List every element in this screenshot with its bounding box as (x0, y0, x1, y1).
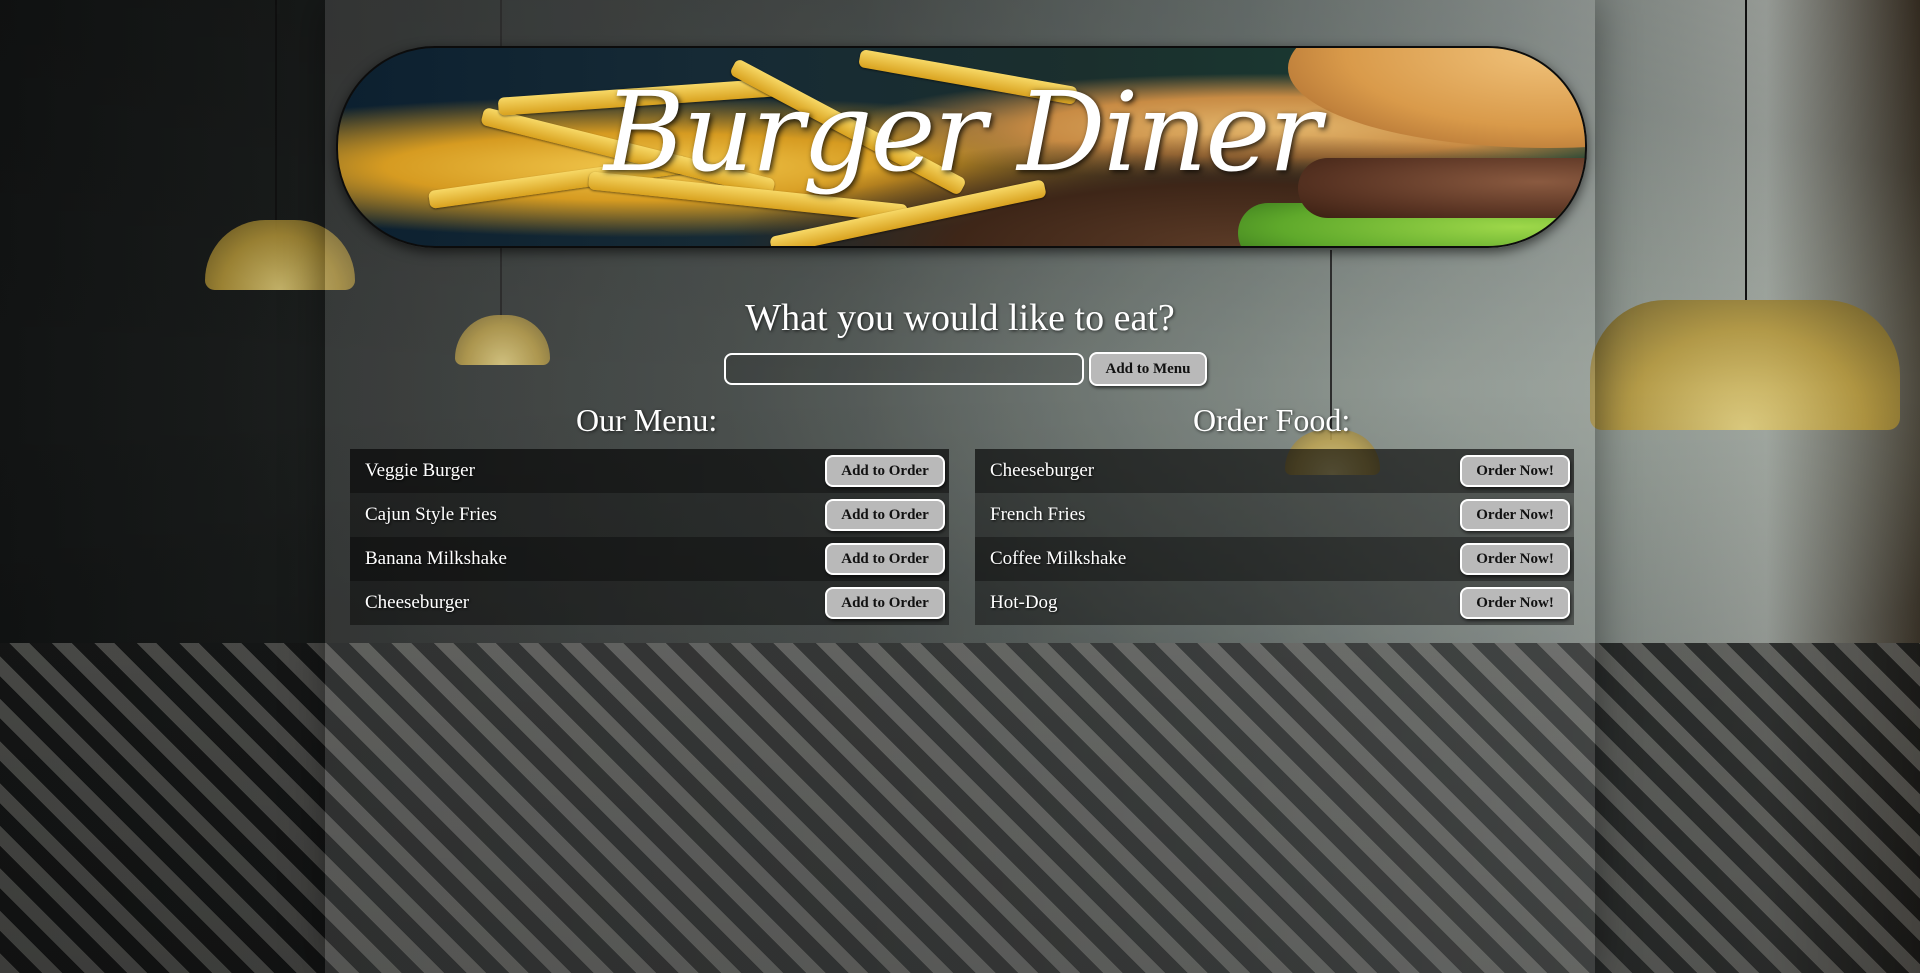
menu-item-name: Cajun Style Fries (365, 504, 497, 525)
menu-item: Veggie Burger Add to Order (350, 449, 949, 493)
header-banner: Burger Diner (336, 46, 1587, 248)
order-item: Cheeseburger Order Now! (975, 449, 1574, 493)
order-item: Coffee Milkshake Order Now! (975, 537, 1574, 581)
site-title: Burger Diner (603, 68, 1321, 196)
order-item-name: Hot-Dog (990, 592, 1058, 613)
menu-item: Cajun Style Fries Add to Order (350, 493, 949, 537)
food-name-input[interactable] (724, 353, 1084, 385)
menu-item: Cheeseburger Add to Order (350, 581, 949, 625)
menu-list: Veggie Burger Add to Order Cajun Style F… (350, 449, 949, 625)
add-to-order-button[interactable]: Add to Order (825, 499, 945, 531)
menu-item-name: Banana Milkshake (365, 548, 507, 569)
menu-item-name: Veggie Burger (365, 460, 475, 481)
menu-item: Banana Milkshake Add to Order (350, 537, 949, 581)
order-question: What you would like to eat? (745, 297, 1175, 339)
order-now-button[interactable]: Order Now! (1460, 455, 1570, 487)
order-item-name: Coffee Milkshake (990, 548, 1127, 569)
order-heading: Order Food: (1193, 402, 1351, 438)
order-now-button[interactable]: Order Now! (1460, 587, 1570, 619)
add-to-order-button[interactable]: Add to Order (825, 455, 945, 487)
order-item-name: French Fries (990, 504, 1086, 525)
menu-item-name: Cheeseburger (365, 592, 470, 613)
add-to-order-button[interactable]: Add to Order (825, 587, 945, 619)
add-food-form: Add to Menu (724, 352, 1207, 386)
order-list: Cheeseburger Order Now! French Fries Ord… (975, 449, 1574, 625)
order-item: Hot-Dog Order Now! (975, 581, 1574, 625)
menu-heading: Our Menu: (576, 402, 718, 438)
order-now-button[interactable]: Order Now! (1460, 543, 1570, 575)
order-item-name: Cheeseburger (990, 460, 1095, 481)
order-item: French Fries Order Now! (975, 493, 1574, 537)
order-now-button[interactable]: Order Now! (1460, 499, 1570, 531)
add-to-order-button[interactable]: Add to Order (825, 543, 945, 575)
add-to-menu-button[interactable]: Add to Menu (1089, 352, 1207, 386)
